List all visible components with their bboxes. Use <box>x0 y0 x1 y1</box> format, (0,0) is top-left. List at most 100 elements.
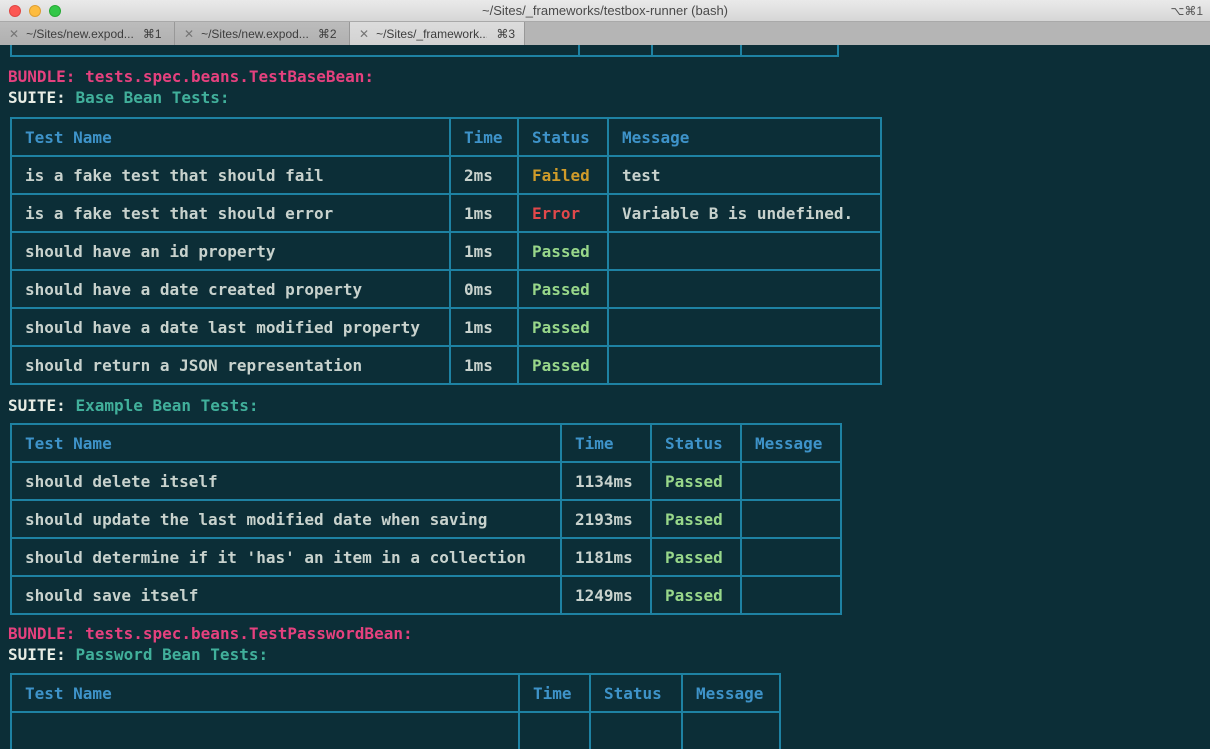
test-results-table-example-bean: Test Name Time Status Message should del… <box>10 423 842 615</box>
table-row: is a fake test that should fail 2ms Fail… <box>11 156 881 194</box>
table-header-row: Test Name Time Status Message <box>11 674 780 712</box>
test-time: 2ms <box>450 156 518 194</box>
table-row: should determine if it 'has' an item in … <box>11 538 841 576</box>
col-header-test-name: Test Name <box>11 674 519 712</box>
test-name: should have a date last modified propert… <box>11 308 450 346</box>
table-header-row: Test Name Time Status Message <box>11 118 881 156</box>
table-row: should have a date created property 0ms … <box>11 270 881 308</box>
suite-label: SUITE: <box>8 645 66 664</box>
test-status: Passed <box>651 576 741 614</box>
close-tab-icon[interactable]: ✕ <box>184 28 194 40</box>
test-time: 1134ms <box>561 462 651 500</box>
table-row: should return a JSON representation 1ms … <box>11 346 881 384</box>
test-status: Passed <box>651 538 741 576</box>
test-status: Passed <box>518 308 608 346</box>
test-message: Variable B is undefined. <box>608 194 881 232</box>
suite-name: Password Bean Tests: <box>75 645 268 664</box>
close-window-button[interactable] <box>9 5 21 17</box>
test-message <box>682 712 780 749</box>
test-status: Error <box>518 194 608 232</box>
test-message <box>608 232 881 270</box>
test-time: 1249ms <box>561 576 651 614</box>
test-name: is a fake test that should error <box>11 194 450 232</box>
test-message <box>608 270 881 308</box>
test-time: 1ms <box>450 346 518 384</box>
test-time: 1ms <box>450 232 518 270</box>
col-header-status: Status <box>651 424 741 462</box>
tab-label: ~/Sites/new.expod... <box>26 27 134 41</box>
col-header-status: Status <box>590 674 682 712</box>
suite-line: SUITE: Password Bean Tests: <box>8 644 1210 665</box>
test-time: 2193ms <box>561 500 651 538</box>
test-status: Passed <box>518 346 608 384</box>
test-status: Passed <box>518 232 608 270</box>
test-name: should have an id property <box>11 232 450 270</box>
minimize-window-button[interactable] <box>29 5 41 17</box>
tab-shortcut: ⌘3 <box>496 27 515 41</box>
col-header-message: Message <box>741 424 841 462</box>
suite-line: SUITE: Example Bean Tests: <box>8 395 1210 416</box>
tab-2[interactable]: ✕ ~/Sites/new.expod... ⌘2 <box>175 22 350 45</box>
terminal-screen[interactable]: BUNDLE: tests.spec.beans.TestBaseBean: S… <box>0 45 1210 749</box>
test-time <box>519 712 590 749</box>
test-status: Passed <box>518 270 608 308</box>
test-status <box>590 712 682 749</box>
test-name: should update the last modified date whe… <box>11 500 561 538</box>
table-row: should delete itself 1134ms Passed <box>11 462 841 500</box>
test-name: should save itself <box>11 576 561 614</box>
test-status: Passed <box>651 500 741 538</box>
tab-1[interactable]: ✕ ~/Sites/new.expod... ⌘1 <box>0 22 175 45</box>
tab-shortcut: ⌘2 <box>318 27 337 41</box>
table-row: should save itself 1249ms Passed <box>11 576 841 614</box>
window-shortcut-badge: ⌥⌘1 <box>1170 4 1203 18</box>
partial-table-row <box>11 712 780 749</box>
col-header-time: Time <box>450 118 518 156</box>
title-bar: ~/Sites/_frameworks/testbox-runner (bash… <box>0 0 1210 22</box>
suite-name: Base Bean Tests: <box>75 88 229 107</box>
test-results-table-base-bean: Test Name Time Status Message is a fake … <box>10 117 882 385</box>
test-time: 1ms <box>450 194 518 232</box>
test-time: 1ms <box>450 308 518 346</box>
test-message <box>741 500 841 538</box>
bundle-label: BUNDLE: <box>8 67 75 86</box>
test-name: should return a JSON representation <box>11 346 450 384</box>
col-header-test-name: Test Name <box>11 424 561 462</box>
test-time: 1181ms <box>561 538 651 576</box>
suite-label: SUITE: <box>8 88 66 107</box>
zoom-window-button[interactable] <box>49 5 61 17</box>
test-message <box>608 346 881 384</box>
tab-label: ~/Sites/new.expod... <box>201 27 309 41</box>
close-tab-icon[interactable]: ✕ <box>9 28 19 40</box>
partial-table-bottom-border <box>10 45 839 57</box>
test-message <box>608 308 881 346</box>
table-row: is a fake test that should error 1ms Err… <box>11 194 881 232</box>
suite-name: Example Bean Tests: <box>75 396 258 415</box>
close-tab-icon[interactable]: ✕ <box>359 28 369 40</box>
test-time: 0ms <box>450 270 518 308</box>
bundle-label: BUNDLE: <box>8 624 75 643</box>
tab-shortcut: ⌘1 <box>143 27 162 41</box>
test-name: is a fake test that should fail <box>11 156 450 194</box>
suite-label: SUITE: <box>8 396 66 415</box>
suite-line: SUITE: Base Bean Tests: <box>8 87 1210 108</box>
col-header-status: Status <box>518 118 608 156</box>
bundle-name: tests.spec.beans.TestPasswordBean: <box>85 624 413 643</box>
table-header-row: Test Name Time Status Message <box>11 424 841 462</box>
bundle-line: BUNDLE: tests.spec.beans.TestPasswordBea… <box>8 623 1210 644</box>
tab-3-active[interactable]: ✕ ~/Sites/_framework... ⌘3 <box>350 22 525 45</box>
bundle-name: tests.spec.beans.TestBaseBean: <box>85 67 374 86</box>
tab-bar: ✕ ~/Sites/new.expod... ⌘1 ✕ ~/Sites/new.… <box>0 22 1210 45</box>
test-message <box>741 576 841 614</box>
table-row: should have an id property 1ms Passed <box>11 232 881 270</box>
test-message: test <box>608 156 881 194</box>
test-name: should determine if it 'has' an item in … <box>11 538 561 576</box>
col-header-test-name: Test Name <box>11 118 450 156</box>
test-message <box>741 538 841 576</box>
col-header-time: Time <box>561 424 651 462</box>
window-title: ~/Sites/_frameworks/testbox-runner (bash… <box>0 3 1210 18</box>
tab-label: ~/Sites/_framework... <box>376 27 487 41</box>
test-name: should delete itself <box>11 462 561 500</box>
test-results-table-password-bean: Test Name Time Status Message <box>10 673 781 749</box>
bundle-line: BUNDLE: tests.spec.beans.TestBaseBean: <box>8 66 1210 87</box>
col-header-time: Time <box>519 674 590 712</box>
